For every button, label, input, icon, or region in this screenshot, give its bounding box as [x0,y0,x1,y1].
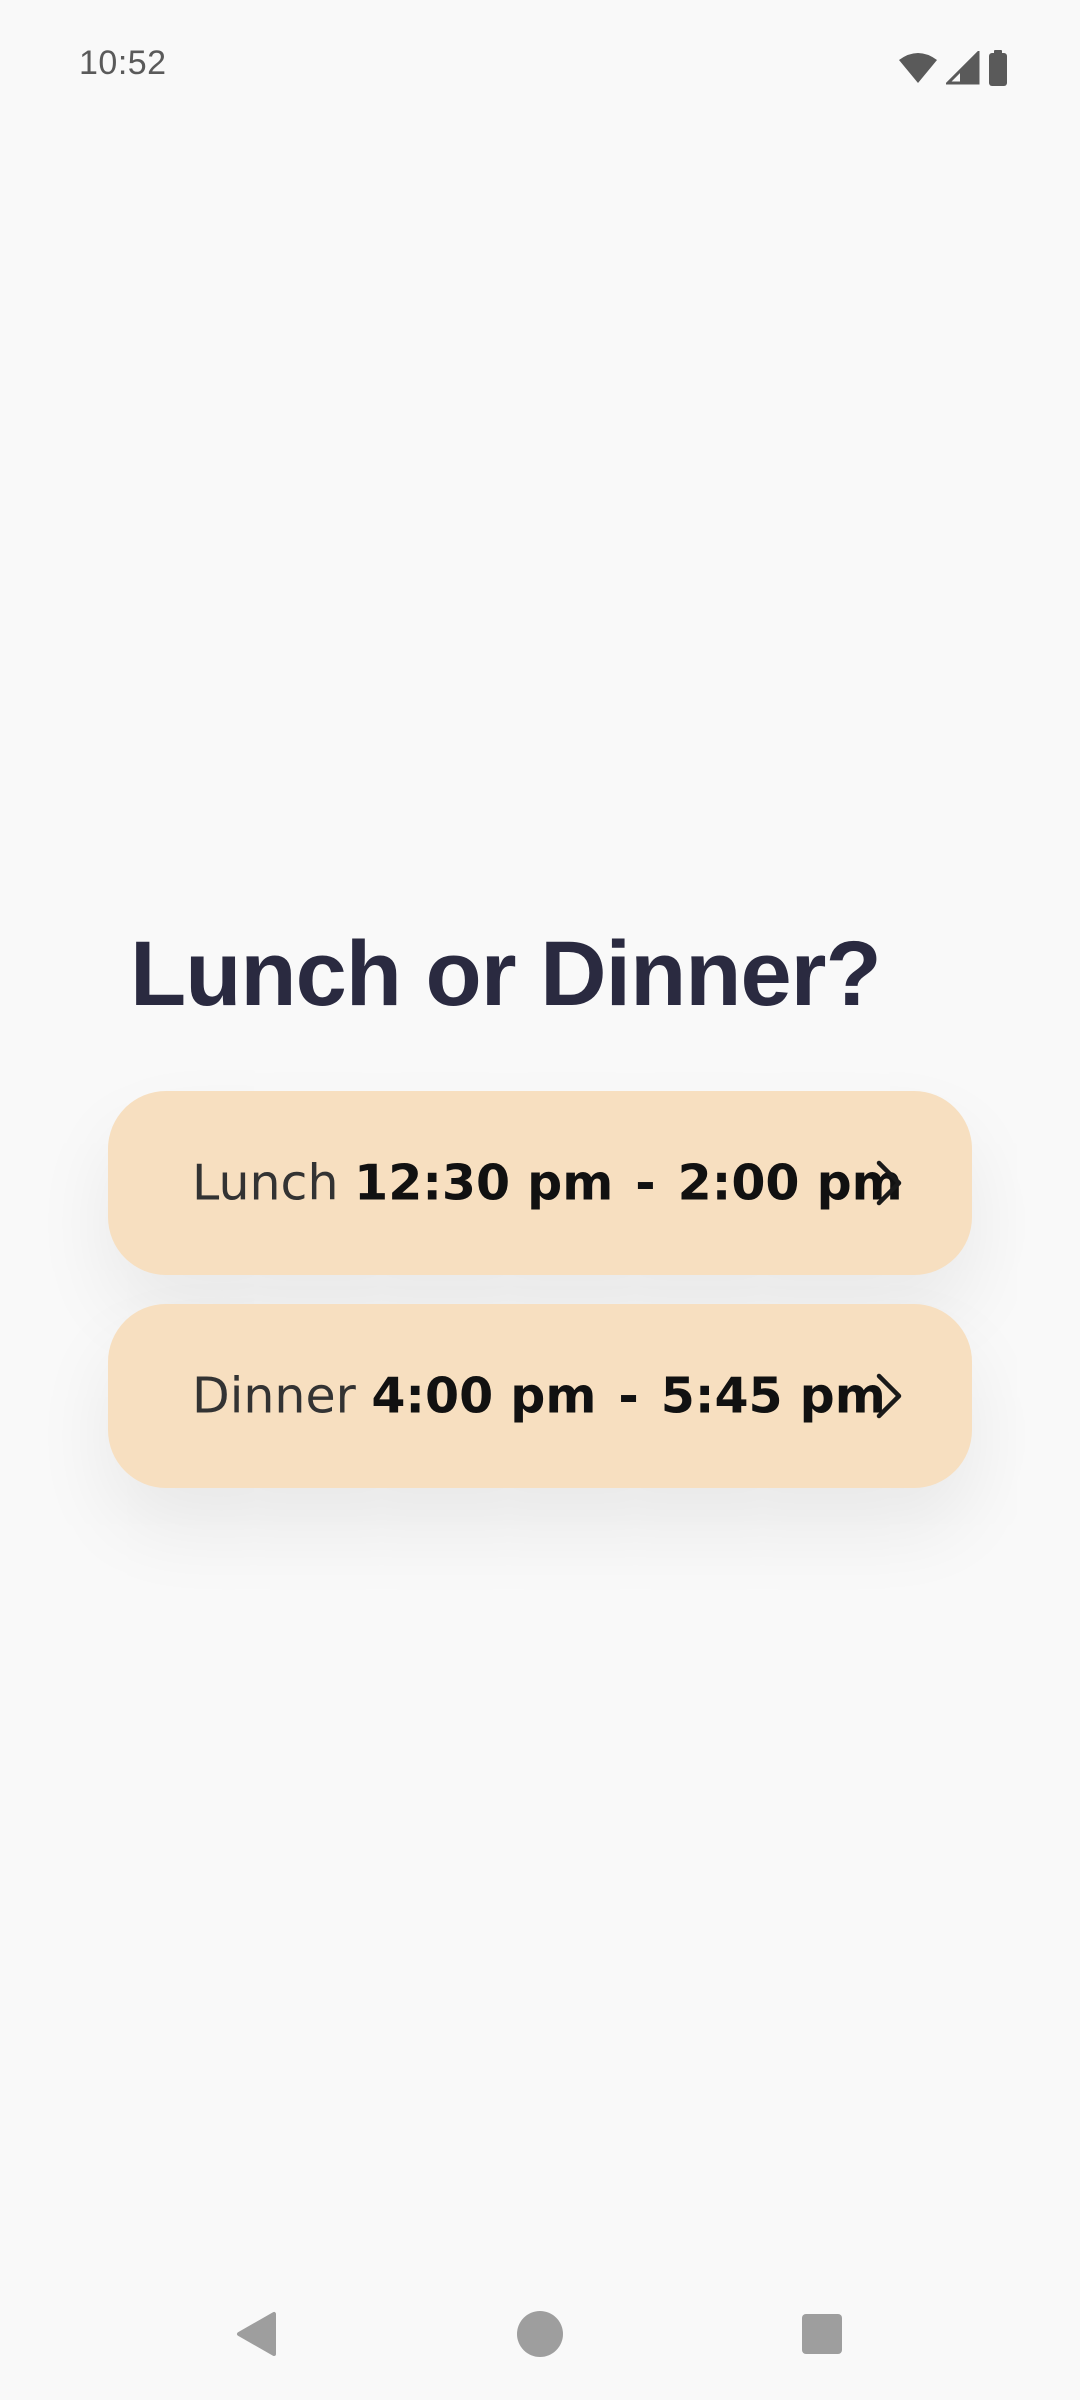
recents-icon [801,2313,843,2360]
dinner-option-text: Dinner 4:00 pm -5:45 pm [192,1368,886,1425]
status-icons [898,48,1008,88]
status-bar: 10:52 [0,0,1080,136]
app-screen: 10:52 Lunch or Dinner? Lunch 12:30 pm - … [0,0,1080,2400]
chevron-right-icon [870,1371,910,1421]
recents-button[interactable] [782,2296,862,2376]
cellular-signal-icon [946,51,980,85]
navigation-bar [0,2270,1080,2400]
dinner-end-time: 5:45 pm [660,1367,886,1425]
dinner-option-button[interactable]: Dinner 4:00 pm -5:45 pm [108,1304,972,1488]
lunch-time-separator: - [635,1154,656,1212]
home-button[interactable] [500,2296,580,2376]
chevron-right-icon [870,1158,910,1208]
status-time: 10:52 [79,44,167,82]
dinner-label: Dinner [192,1367,356,1425]
back-icon [234,2310,278,2363]
dinner-time-separator: - [618,1367,639,1425]
back-button[interactable] [216,2296,296,2376]
lunch-option-button[interactable]: Lunch 12:30 pm -2:00 pm [108,1091,972,1275]
meal-options-list: Lunch 12:30 pm -2:00 pm Dinner 4:00 pm -5:… [108,1091,972,1488]
lunch-label: Lunch [192,1154,339,1212]
lunch-start-time: 12:30 pm [354,1154,614,1212]
lunch-end-time: 2:00 pm [677,1154,903,1212]
battery-icon [988,50,1008,86]
page-title: Lunch or Dinner? [130,923,882,1025]
wifi-icon [898,52,938,84]
dinner-start-time: 4:00 pm [371,1367,597,1425]
home-icon [515,2309,565,2364]
lunch-option-text: Lunch 12:30 pm -2:00 pm [192,1155,903,1212]
